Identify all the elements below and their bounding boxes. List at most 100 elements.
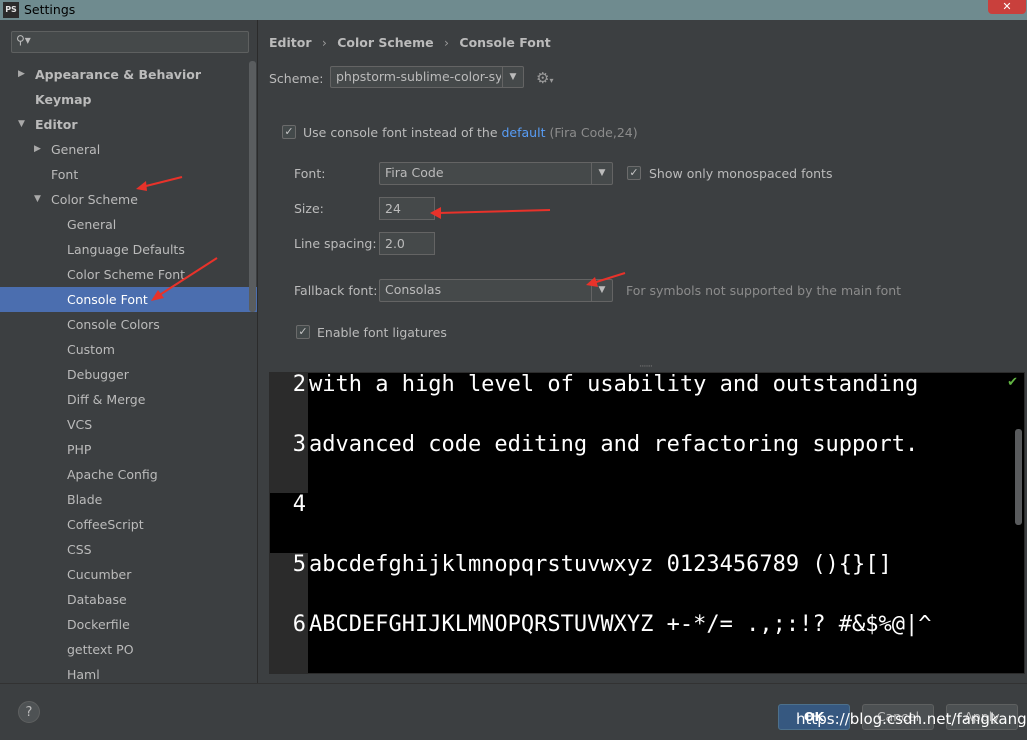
sidebar-item-php[interactable]: PHP (0, 437, 257, 462)
use-console-font-checkbox[interactable]: ✓ (282, 125, 296, 139)
sidebar-item-css[interactable]: CSS (0, 537, 257, 562)
sidebar-item-label: Appearance & Behavior (35, 67, 201, 82)
expand-arrow-down-icon[interactable]: ▼ (18, 112, 25, 137)
sidebar-item-label: Custom (67, 342, 115, 357)
enable-ligatures-label: Enable font ligatures (317, 325, 447, 340)
sidebar-item-general[interactable]: General (0, 212, 257, 237)
sidebar-item-cucumber[interactable]: Cucumber (0, 562, 257, 587)
sidebar-item-coffeescript[interactable]: CoffeeScript (0, 512, 257, 537)
settings-search-input[interactable] (36, 33, 240, 53)
show-monospaced-label: Show only monospaced fonts (649, 166, 833, 181)
dialog-footer: ? OK Cancel Apply https://blog.csdn.net/… (0, 683, 1027, 740)
font-value: Fira Code (385, 165, 444, 180)
chevron-down-icon: ▼ (591, 163, 612, 184)
enable-ligatures-checkbox[interactable]: ✓ (296, 325, 310, 339)
default-link[interactable]: default (502, 125, 546, 140)
sidebar-item-label: Blade (67, 492, 103, 507)
sidebar-item-label: CSS (67, 542, 92, 557)
breadcrumb-separator: › (444, 35, 450, 50)
sidebar-item-appearance-behavior[interactable]: ▶ Appearance & Behavior (0, 62, 257, 87)
sidebar-item-general[interactable]: ▶ General (0, 137, 257, 162)
sidebar-item-debugger[interactable]: Debugger (0, 362, 257, 387)
sidebar-item-label: Debugger (67, 367, 129, 382)
sidebar-item-console-colors[interactable]: Console Colors (0, 312, 257, 337)
chevron-down-icon: ▼ (591, 280, 612, 301)
scheme-label: Scheme: (269, 71, 324, 86)
sidebar-item-blade[interactable]: Blade (0, 487, 257, 512)
sidebar-item-label: PHP (67, 442, 92, 457)
sidebar-item-haml[interactable]: Haml (0, 662, 257, 683)
close-window-button[interactable]: ✕ (988, 0, 1026, 14)
scheme-value: phpstorm-sublime-color-syz (336, 69, 501, 84)
preview-line-text: ABCDEFGHIJKLMNOPQRSTUVWXYZ +-*/= .,;:!? … (309, 612, 932, 637)
sidebar-item-label: Console Colors (67, 317, 160, 332)
sidebar-item-label: General (67, 217, 117, 232)
inspection-ok-icon: ✔ (1007, 375, 1018, 390)
settings-main-panel: Editor › Color Scheme › Console Font Sch… (259, 20, 1027, 683)
phpstorm-app-icon: PS (3, 2, 19, 18)
sidebar-item-color-scheme-font[interactable]: Color Scheme Font (0, 262, 257, 287)
sidebar-item-label: Color Scheme Font (67, 267, 186, 282)
sidebar-item-label: Haml (67, 667, 100, 682)
breadcrumb-item-color-scheme[interactable]: Color Scheme (337, 35, 433, 50)
sidebar-item-language-defaults[interactable]: Language Defaults (0, 237, 257, 262)
line-number: 5 (292, 552, 306, 577)
sidebar-item-label: Dockerfile (67, 617, 130, 632)
sidebar-item-diff-merge[interactable]: Diff & Merge (0, 387, 257, 412)
use-console-font-label: Use console font instead of the default … (303, 125, 638, 140)
line-number: 3 (292, 432, 306, 457)
sidebar-item-console-font[interactable]: Console Font (0, 287, 257, 312)
sidebar-item-label: General (51, 142, 101, 157)
sidebar-item-label: Keymap (35, 92, 92, 107)
sidebar-item-label: Language Defaults (67, 242, 185, 257)
sidebar-item-label: Console Font (67, 292, 148, 307)
gear-icon[interactable]: ⚙▾ (536, 69, 553, 87)
line-spacing-input[interactable]: 2.0 (379, 232, 435, 255)
scheme-dropdown[interactable]: phpstorm-sublime-color-syz ▼ (330, 66, 524, 88)
sidebar-item-color-scheme[interactable]: ▼ Color Scheme (0, 187, 257, 212)
sidebar-item-apache-config[interactable]: Apache Config (0, 462, 257, 487)
sidebar-item-vcs[interactable]: VCS (0, 412, 257, 437)
line-number: 2 (292, 372, 306, 397)
breadcrumb: Editor › Color Scheme › Console Font (269, 35, 557, 50)
sidebar-item-custom[interactable]: Custom (0, 337, 257, 362)
settings-search-box[interactable]: ⚲▾ (11, 31, 249, 53)
fallback-font-dropdown[interactable]: Consolas ▼ (379, 279, 613, 302)
font-dropdown[interactable]: Fira Code ▼ (379, 162, 613, 185)
sidebar-scrollbar[interactable] (249, 61, 256, 312)
settings-sidebar: ⚲▾ ▶ Appearance & Behavior Keymap ▼ Editor ▶ G… (0, 20, 258, 683)
default-font-info: (Fira Code,24) (549, 125, 638, 140)
sidebar-item-label: Cucumber (67, 567, 132, 582)
sidebar-item-database[interactable]: Database (0, 587, 257, 612)
expand-arrow-right-icon[interactable]: ▶ (34, 137, 41, 162)
sidebar-item-gettext-po[interactable]: gettext PO (0, 637, 257, 662)
sidebar-item-label: Editor (35, 117, 78, 132)
breadcrumb-item-editor[interactable]: Editor (269, 35, 312, 50)
sidebar-item-editor[interactable]: ▼ Editor (0, 112, 257, 137)
sidebar-item-font[interactable]: Font (0, 162, 257, 187)
line-number: 6 (292, 612, 306, 637)
expand-arrow-down-icon[interactable]: ▼ (34, 187, 41, 212)
splitter-handle[interactable]: ······· (639, 362, 653, 372)
fallback-font-value: Consolas (385, 282, 442, 297)
sidebar-item-label: Database (67, 592, 127, 607)
preview-line-text: advanced code editing and refactoring su… (309, 432, 919, 457)
sidebar-item-label: CoffeeScript (67, 517, 144, 532)
sidebar-item-keymap[interactable]: Keymap (0, 87, 257, 112)
font-label: Font: (294, 166, 326, 181)
expand-arrow-right-icon[interactable]: ▶ (18, 62, 25, 87)
title-bar: PS Settings ✕ (0, 0, 1027, 20)
size-label: Size: (294, 201, 324, 216)
help-button[interactable]: ? (18, 701, 40, 723)
preview-line-text: with a high level of usability and outst… (309, 372, 919, 397)
search-icon: ⚲▾ (16, 33, 31, 47)
line-spacing-label: Line spacing: (294, 236, 377, 251)
show-monospaced-checkbox[interactable]: ✓ (627, 166, 641, 180)
fallback-font-label: Fallback font: (294, 283, 378, 298)
sidebar-item-dockerfile[interactable]: Dockerfile (0, 612, 257, 637)
breadcrumb-separator: › (321, 35, 327, 50)
font-preview-editor[interactable]: 2 with a high level of usability and outs… (269, 372, 1025, 674)
size-input[interactable]: 24 (379, 197, 435, 220)
preview-scrollbar[interactable] (1015, 429, 1022, 525)
preview-line-text: abcdefghijklmnopqrstuvwxyz 0123456789 ()… (309, 552, 892, 577)
